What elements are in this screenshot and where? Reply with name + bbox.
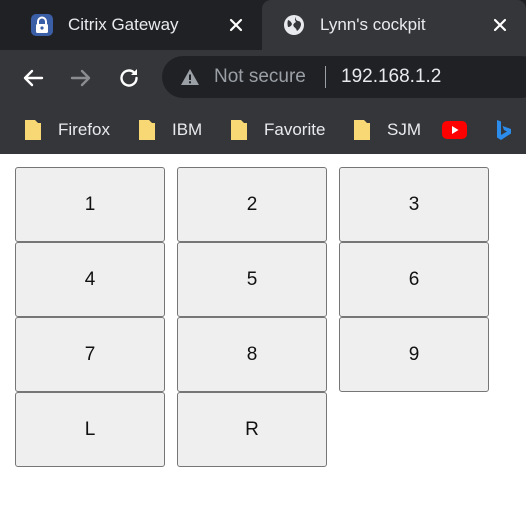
bookmarks-bar: Firefox IBM Favorite SJM	[0, 106, 526, 154]
reload-icon[interactable]	[115, 64, 143, 92]
globe-icon	[282, 13, 306, 37]
key-9-button[interactable]: 9	[339, 317, 489, 392]
close-tab-icon[interactable]	[488, 13, 512, 37]
security-status-label[interactable]: Not secure	[214, 66, 306, 88]
key-4-button[interactable]: 4	[15, 242, 165, 317]
key-8-button[interactable]: 8	[177, 317, 327, 392]
keypad-grid: 1 2 3 4 5 6 7 8 9 L R	[15, 167, 489, 467]
key-5-button[interactable]: 5	[177, 242, 327, 317]
bookmark-label: IBM	[172, 120, 203, 139]
bookmark-label: Firefox	[58, 120, 110, 139]
bookmark-label: SJM	[387, 120, 421, 139]
bookmark-ibm[interactable]: IBM	[138, 106, 202, 154]
folder-icon	[24, 119, 42, 141]
tab-lynns-cockpit[interactable]: Lynn's cockpit	[262, 0, 526, 50]
key-r-button[interactable]: R	[177, 392, 327, 467]
warning-triangle-icon[interactable]	[180, 67, 200, 87]
key-1-button[interactable]: 1	[15, 167, 165, 242]
address-separator	[325, 66, 326, 88]
browser-tab-strip: Citrix Gateway Lynn's cockpit	[0, 0, 526, 50]
address-bar[interactable]: Not secure 192.168.1.2	[162, 56, 526, 98]
key-2-button[interactable]: 2	[177, 167, 327, 242]
youtube-icon[interactable]	[442, 120, 467, 140]
forward-arrow-icon[interactable]	[67, 64, 95, 92]
url-text[interactable]: 192.168.1.2	[341, 66, 441, 88]
key-l-button[interactable]: L	[15, 392, 165, 467]
key-6-button[interactable]: 6	[339, 242, 489, 317]
tab-title: Citrix Gateway	[68, 15, 179, 34]
folder-icon	[230, 119, 248, 141]
bookmark-favorite[interactable]: Favorite	[230, 106, 325, 154]
bing-icon[interactable]	[492, 118, 516, 142]
browser-toolbar: Not secure 192.168.1.2	[0, 50, 526, 106]
folder-icon	[138, 119, 156, 141]
key-3-button[interactable]: 3	[339, 167, 489, 242]
back-arrow-icon[interactable]	[19, 64, 47, 92]
page-content: 1 2 3 4 5 6 7 8 9 L R	[0, 154, 526, 513]
key-7-button[interactable]: 7	[15, 317, 165, 392]
close-tab-icon[interactable]	[224, 13, 248, 37]
citrix-lock-icon	[30, 13, 54, 37]
tab-title: Lynn's cockpit	[320, 15, 426, 34]
folder-icon	[353, 119, 371, 141]
bookmark-sjm[interactable]: SJM	[353, 106, 421, 154]
bookmark-firefox[interactable]: Firefox	[24, 106, 110, 154]
tab-citrix-gateway[interactable]: Citrix Gateway	[0, 0, 262, 50]
bookmark-label: Favorite	[264, 120, 326, 139]
